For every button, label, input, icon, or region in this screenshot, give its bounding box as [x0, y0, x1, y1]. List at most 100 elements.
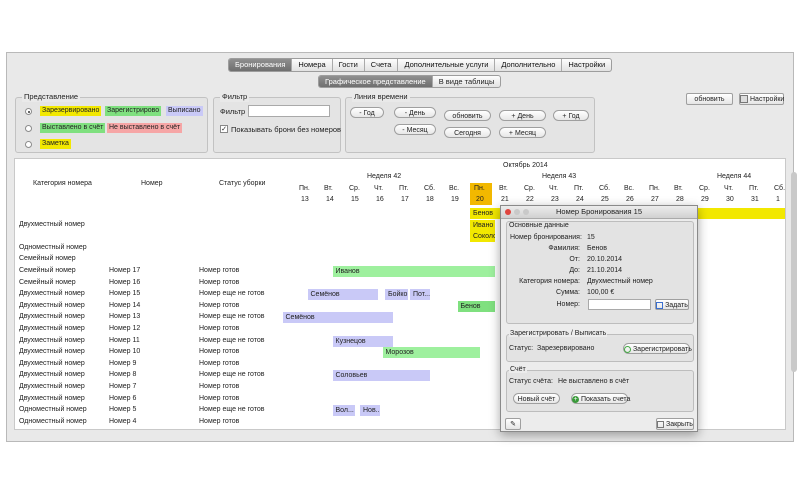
minimize-window-icon[interactable]	[514, 209, 520, 215]
booking-bar[interactable]: Соколо	[470, 231, 495, 243]
day-number[interactable]: 24	[576, 196, 584, 203]
tab-0[interactable]: Бронирования	[229, 59, 293, 71]
day-number[interactable]: 21	[501, 196, 509, 203]
row-cat: Двухместный номер	[19, 301, 85, 309]
view-tab-1[interactable]: В виде таблицы	[433, 76, 501, 87]
day-number[interactable]: 25	[601, 196, 609, 203]
register-button[interactable]: Зарегистрировать	[623, 343, 692, 354]
dialog-field-label: Фамилия:	[548, 245, 580, 252]
day-number[interactable]: 15	[351, 196, 359, 203]
booking-bar[interactable]: Семёнов	[307, 289, 378, 301]
timeline-refresh-button[interactable]: обновить	[444, 110, 491, 121]
day-number[interactable]: 26	[626, 196, 634, 203]
tab-4[interactable]: Дополнительные услуги	[398, 59, 496, 71]
booking-bar[interactable]: Бойко	[385, 289, 408, 301]
set-room-button[interactable]: Задать	[655, 299, 689, 310]
day-number[interactable]: 19	[451, 196, 459, 203]
tab-5[interactable]: Дополнительно	[495, 59, 563, 71]
tab-1[interactable]: Номера	[292, 59, 333, 71]
day-number[interactable]: 23	[551, 196, 559, 203]
day-of-week: Пт.	[574, 185, 584, 192]
row-cat: Двухместный номер	[19, 290, 85, 298]
status-value: Зарезервировано	[537, 345, 595, 352]
new-invoice-button[interactable]: Новый счёт	[513, 393, 560, 404]
day-number[interactable]: 17	[401, 196, 409, 203]
day-number[interactable]: 22	[526, 196, 534, 203]
booking-bar[interactable]: Вол...	[332, 405, 355, 417]
booking-bar[interactable]: Соловьев	[332, 370, 430, 382]
booking-dialog: Номер Бронирования 15 Основные данные Но…	[500, 205, 698, 432]
day-of-week: Вс.	[624, 185, 635, 192]
booking-bar[interactable]: Иванов	[332, 266, 495, 277]
booking-bar[interactable]: Семёнов	[282, 312, 393, 324]
note-button[interactable]: ✎	[505, 418, 521, 430]
show-unassigned-checkbox[interactable]: ✓	[220, 125, 228, 133]
refresh-button[interactable]: обновить	[686, 93, 733, 105]
row-cat: Одноместный номер	[19, 417, 87, 425]
plus-month-button[interactable]: + Месяц	[499, 127, 546, 138]
plus-day-button[interactable]: + День	[499, 110, 546, 121]
day-of-week: Вт.	[499, 185, 508, 192]
row-status: Номер готов	[199, 301, 240, 309]
day-number[interactable]: 1	[776, 196, 780, 203]
dialog-field-value: Двухместный номер	[587, 278, 653, 285]
dialog-field-label: До:	[569, 267, 580, 274]
booking-bar[interactable]: Бенов	[457, 300, 495, 312]
row-room: Номер 13	[109, 313, 141, 321]
tab-3[interactable]: Счета	[365, 59, 399, 71]
day-number[interactable]: 18	[426, 196, 434, 203]
view-tab-0[interactable]: Графическое представление	[319, 76, 433, 87]
minus-day-button[interactable]: - День	[394, 107, 436, 118]
booking-bar[interactable]: Кузнецов	[332, 335, 393, 347]
day-number[interactable]: 29	[701, 196, 709, 203]
day-of-week: Чт.	[374, 185, 384, 192]
settings-button[interactable]: Настройки	[739, 93, 784, 105]
show-invoices-button[interactable]: + Показать счета	[571, 393, 630, 404]
booking-bar[interactable]: Пот...	[410, 289, 430, 301]
week-label: Неделя 42	[367, 173, 402, 180]
room-label: Номер:	[556, 301, 581, 308]
representation-radio-note[interactable]	[25, 141, 32, 148]
day-of-week: Сб.	[599, 185, 611, 192]
day-number[interactable]: 28	[676, 196, 684, 203]
room-input[interactable]	[588, 299, 651, 310]
day-of-week: Сб.	[774, 185, 786, 192]
day-number[interactable]: 13	[301, 196, 309, 203]
main-tabbar: Бронирования Номера Гости Счета Дополнительн…	[228, 58, 613, 72]
day-number[interactable]: 20	[476, 196, 484, 203]
grid-scrollbar[interactable]	[791, 172, 797, 372]
day-number[interactable]: 31	[751, 196, 759, 203]
row-cat: Семейный номер	[19, 255, 76, 263]
register-icon	[624, 345, 631, 353]
plus-year-button[interactable]: + Год	[553, 110, 589, 121]
filter-input[interactable]	[248, 105, 330, 117]
legend-registered: Зарегистрирово	[105, 106, 162, 116]
row-status: Номер готов	[199, 383, 240, 390]
minus-month-button[interactable]: - Месяц	[394, 124, 436, 135]
booking-bar[interactable]: Нов...	[360, 405, 380, 417]
close-window-icon[interactable]	[505, 209, 511, 215]
representation-radio-invoice[interactable]	[25, 125, 32, 132]
day-number[interactable]: 16	[376, 196, 384, 203]
zoom-window-icon[interactable]	[523, 209, 529, 215]
row-status: Номер готов	[199, 267, 240, 274]
day-of-week: Пн.	[649, 185, 660, 192]
week-label: Неделя 43	[542, 173, 577, 180]
tab-2[interactable]: Гости	[333, 59, 365, 71]
row-room: Номер 8	[109, 371, 137, 379]
close-dialog-button[interactable]: Закрыть	[656, 418, 694, 430]
day-number[interactable]: 30	[726, 196, 734, 203]
day-number[interactable]: 14	[326, 196, 334, 203]
dialog-field-label: Категория номера:	[519, 278, 580, 285]
minus-year-button[interactable]: - Год	[350, 107, 384, 118]
tab-6[interactable]: Настройки	[562, 59, 611, 71]
day-of-week: Пт.	[749, 185, 759, 192]
invoice-title: Счёт	[509, 366, 527, 373]
representation-radio-status[interactable]	[25, 108, 32, 115]
booking-bar[interactable]: Ивано	[470, 219, 495, 231]
row-cat: Двухместный номер	[19, 371, 85, 379]
day-of-week: Пт.	[399, 185, 409, 192]
today-button[interactable]: Сегодня	[444, 127, 491, 138]
booking-bar[interactable]: Морозов	[382, 347, 480, 359]
day-number[interactable]: 27	[651, 196, 659, 203]
